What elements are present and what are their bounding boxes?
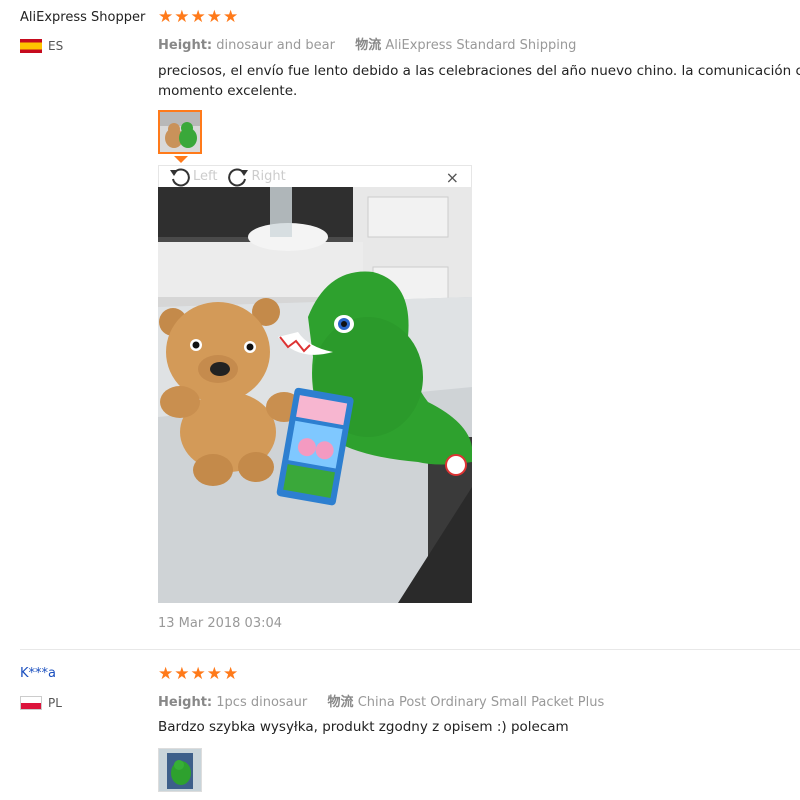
thumbnail-pointer (174, 156, 188, 163)
review-attributes: Height: 1pcs dinosaur 物流 China Post Ordi… (158, 691, 604, 710)
star-icon: ★ (174, 664, 190, 684)
review-photo-large (158, 187, 472, 603)
spain-flag-icon (20, 39, 42, 53)
rotate-right-button[interactable]: Right (227, 167, 286, 187)
review-photo-thumbnail[interactable] (158, 748, 202, 792)
review-text-line: Bardzo szybka wysyłka, produkt zgodny z … (158, 719, 569, 735)
rotate-right-icon (228, 167, 249, 186)
star-icon: ★ (223, 664, 239, 684)
attr-value: dinosaur and bear (216, 38, 335, 53)
rotate-left-label: Left (193, 169, 218, 184)
star-icon: ★ (158, 7, 174, 27)
country-code: ES (48, 39, 64, 53)
shipping-value: AliExpress Standard Shipping (385, 38, 577, 53)
close-viewer-button[interactable]: × (446, 168, 459, 187)
star-icon: ★ (206, 664, 222, 684)
image-viewer-toolbar: Left Right × (158, 165, 472, 187)
review-text-line: momento excelente. (158, 83, 298, 99)
reviewer-name: AliExpress Shopper (20, 10, 146, 25)
review-text-line: preciosos, el envío fue lento debido a l… (158, 63, 800, 79)
review-divider (20, 649, 800, 650)
review-date: 13 Mar 2018 03:04 (158, 616, 283, 631)
country-code: PL (48, 696, 62, 710)
shipping-label: 物流 (355, 38, 382, 53)
star-icon: ★ (223, 7, 239, 27)
star-rating: ★ ★ ★ ★ ★ (158, 666, 238, 683)
star-icon: ★ (158, 664, 174, 684)
reviewer-country: ES (20, 39, 63, 53)
review-photo-thumbnail[interactable] (158, 110, 202, 154)
attr-label: Height: (158, 38, 213, 53)
star-icon: ★ (206, 7, 222, 27)
shipping-label: 物流 (327, 695, 354, 710)
rotate-left-button[interactable]: Left (169, 167, 217, 187)
attr-value: 1pcs dinosaur (216, 695, 308, 710)
reviewer-country: PL (20, 696, 62, 710)
star-icon: ★ (190, 664, 206, 684)
star-icon: ★ (190, 7, 206, 27)
star-rating: ★ ★ ★ ★ ★ (158, 9, 238, 26)
rotate-left-icon (170, 167, 190, 186)
attr-label: Height: (158, 695, 213, 710)
reviewer-name[interactable]: K***a (20, 666, 56, 681)
rotate-right-label: Right (251, 169, 286, 184)
poland-flag-icon (20, 696, 42, 710)
shipping-value: China Post Ordinary Small Packet Plus (357, 695, 605, 710)
star-icon: ★ (174, 7, 190, 27)
review-attributes: Height: dinosaur and bear 物流 AliExpress … (158, 34, 576, 53)
